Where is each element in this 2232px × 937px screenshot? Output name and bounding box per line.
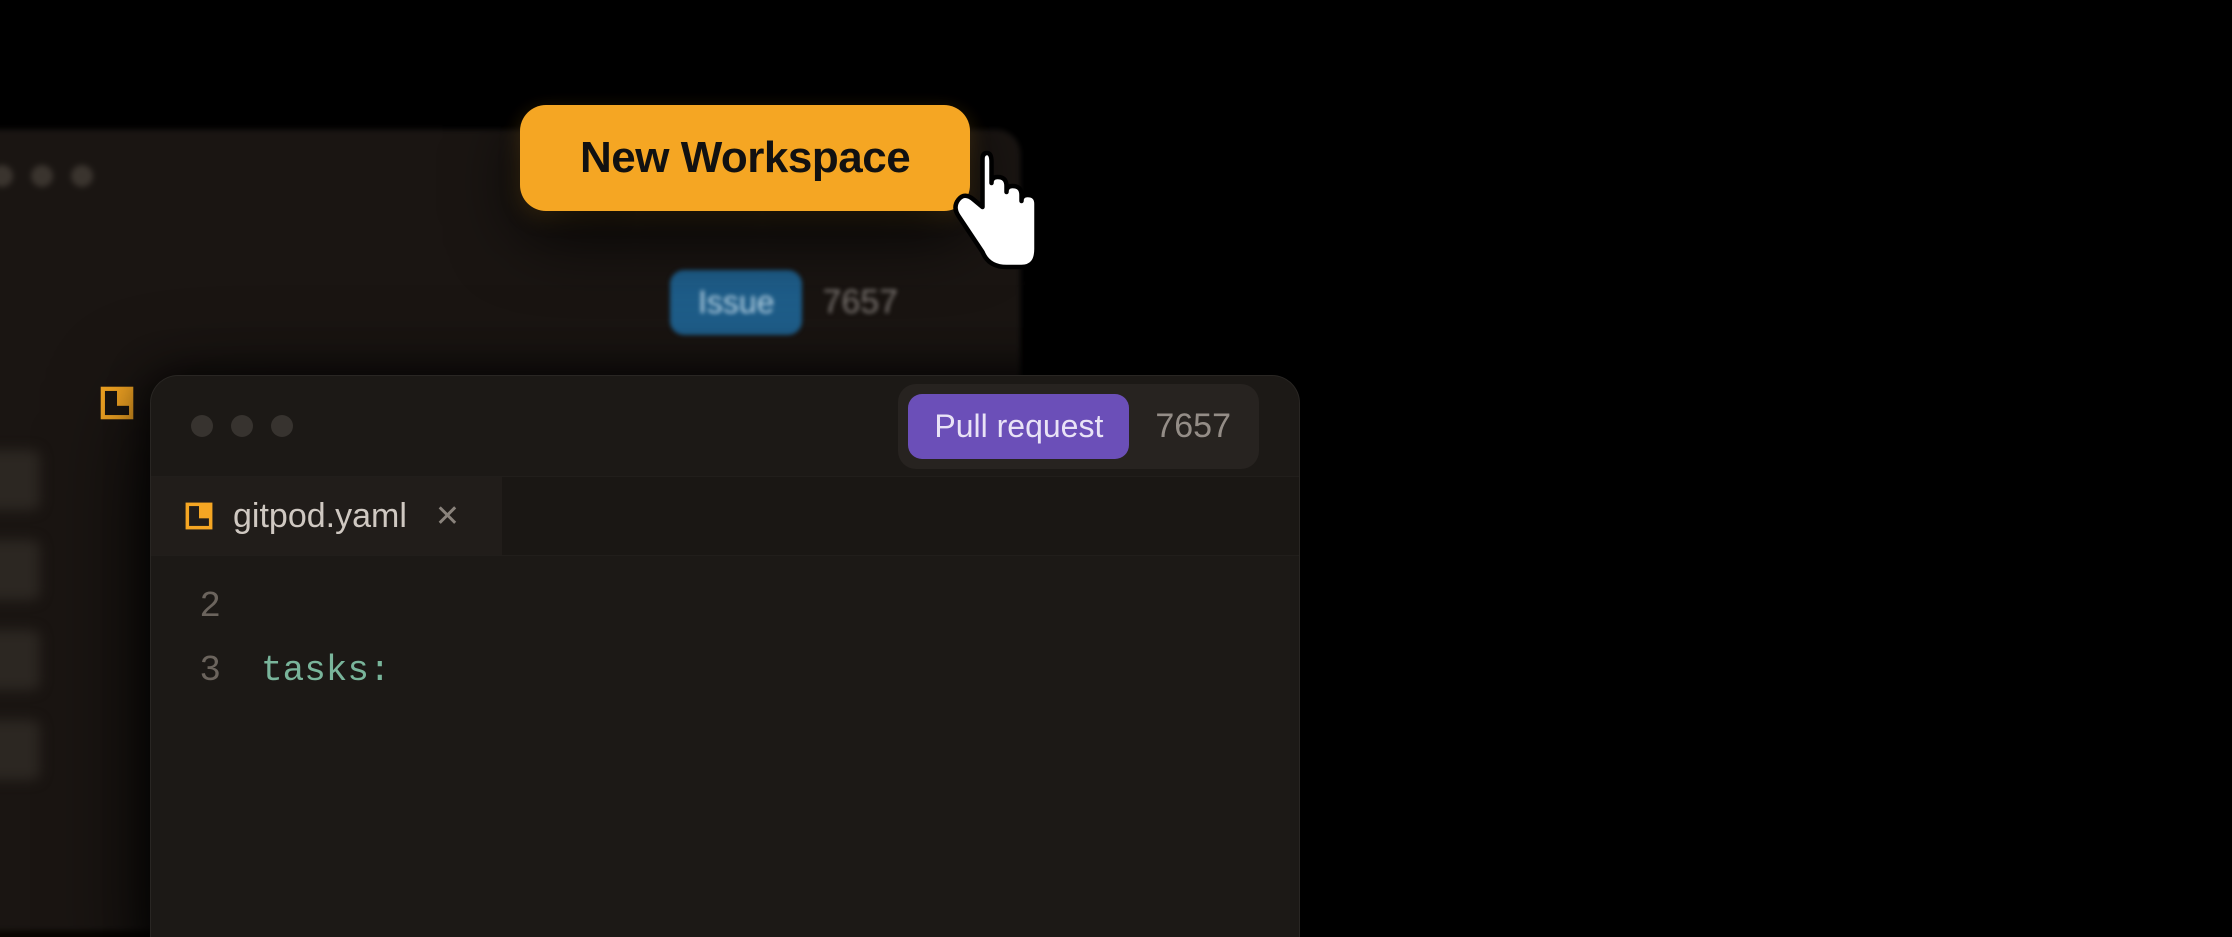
line-number: 3 [151, 650, 261, 691]
new-workspace-button[interactable]: New Workspace [520, 105, 970, 211]
sidebar-square [0, 630, 40, 690]
editor-tab[interactable]: gitpod.yaml ✕ [151, 477, 502, 555]
tab-close-icon[interactable]: ✕ [427, 495, 468, 538]
traffic-light-dot [191, 415, 213, 437]
sidebar-blur [0, 420, 100, 810]
traffic-light-dot [231, 415, 253, 437]
traffic-lights [0, 165, 93, 187]
issue-badge-cluster: Issue 7657 [670, 270, 2172, 335]
code-line: 2 [151, 586, 1299, 650]
traffic-light-dot [71, 165, 93, 187]
issue-badge[interactable]: Issue [670, 270, 802, 335]
editor-tabbar: gitpod.yaml ✕ [151, 476, 1299, 556]
line-content: tasks: [261, 650, 391, 691]
sidebar-square [0, 540, 40, 600]
pull-request-badge[interactable]: Pull request [908, 394, 1129, 459]
editor-window: Pull request 7657 gitpod.yaml ✕ 2 3 task… [150, 375, 1300, 937]
traffic-light-dot [31, 165, 53, 187]
sidebar-square [0, 720, 40, 780]
pull-request-cluster[interactable]: Pull request 7657 [898, 384, 1259, 469]
pull-request-number: 7657 [1155, 407, 1231, 446]
tab-filename: gitpod.yaml [233, 497, 407, 536]
traffic-lights [191, 415, 293, 437]
code-editor[interactable]: 2 3 tasks: [151, 556, 1299, 714]
traffic-light-dot [271, 415, 293, 437]
gitpod-file-icon [185, 502, 213, 530]
window-titlebar-front: Pull request 7657 [151, 376, 1299, 476]
code-line: 3 tasks: [151, 650, 1299, 714]
gitpod-icon [100, 386, 134, 425]
line-number: 2 [151, 586, 261, 627]
traffic-light-dot [0, 165, 13, 187]
sidebar-square [0, 450, 40, 510]
issue-number: 7657 [822, 283, 898, 322]
